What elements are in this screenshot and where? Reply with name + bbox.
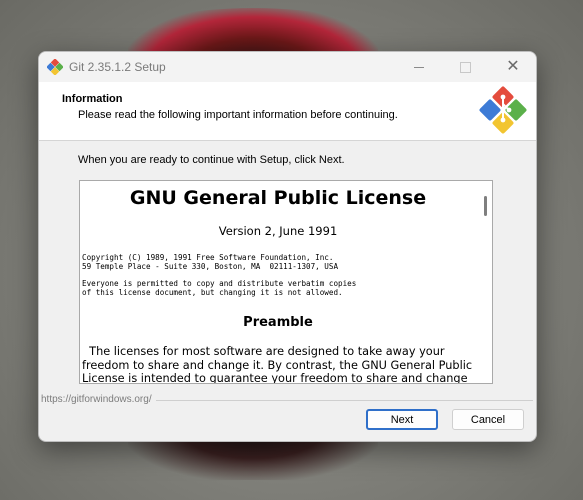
title-bar[interactable]: Git 2.35.1.2 Setup ✕ [39,52,536,82]
minimize-button[interactable] [396,52,442,82]
license-version: Version 2, June 1991 [218,224,338,238]
next-button[interactable]: Next [366,409,438,430]
git-logo-icon [479,86,527,134]
window-title: Git 2.35.1.2 Setup [69,60,166,74]
license-permission: Everyone is permitted to copy and distri… [82,279,357,297]
license-copyright: Copyright (C) 1989, 1991 Free Software F… [82,253,339,271]
minimize-icon [414,66,424,68]
cancel-button[interactable]: Cancel [452,409,524,430]
close-button[interactable]: ✕ [490,52,536,82]
instruction-text: When you are ready to continue with Setu… [78,154,345,166]
license-text-box[interactable]: GNU General Public License Version 2, Ju… [79,180,493,384]
preamble-text: The licenses for most software are desig… [82,345,473,384]
maximize-icon [459,61,471,73]
git-setup-app-icon [47,59,63,75]
preamble-heading: Preamble [243,315,313,330]
maximize-button[interactable] [442,52,488,82]
page-title: Information [62,93,123,105]
gitforwindows-link[interactable]: https://gitforwindows.org/ [41,394,156,405]
close-icon: ✕ [506,58,520,75]
setup-window: Git 2.35.1.2 Setup ✕ Information Please … [38,51,537,442]
wizard-header: Information Please read the following im… [39,82,536,141]
license-title: GNU General Public License [129,187,427,209]
page-subtitle: Please read the following important info… [78,109,398,121]
wizard-body: When you are ready to continue with Setu… [39,141,536,441]
scrollbar-thumb[interactable] [484,196,487,216]
license-scrollbar[interactable] [478,181,492,383]
